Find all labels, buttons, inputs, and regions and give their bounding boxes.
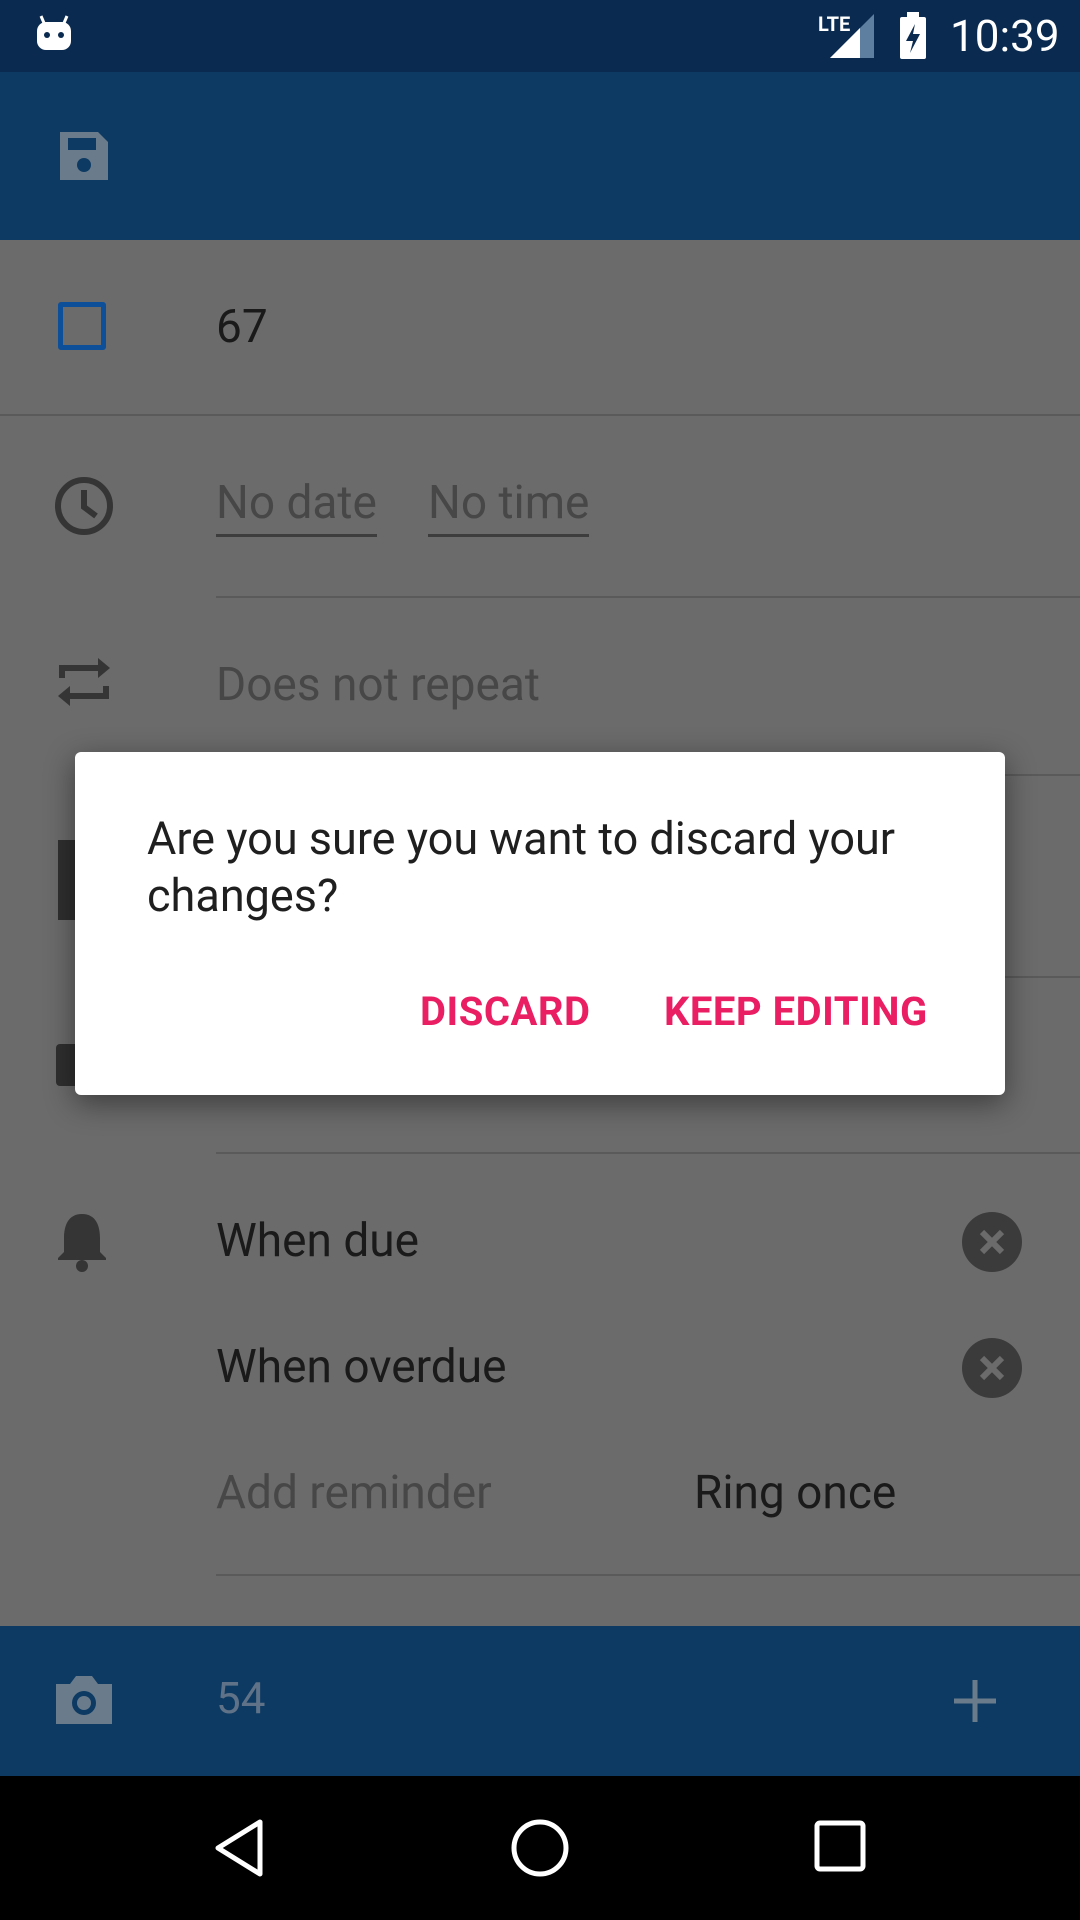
- battery-charging-icon: [900, 12, 926, 59]
- divider: [216, 1152, 1080, 1154]
- task-title[interactable]: 67: [216, 300, 268, 354]
- remove-circle-icon[interactable]: [962, 1338, 1022, 1398]
- plus-icon[interactable]: [950, 1676, 1000, 1726]
- navigation-bar: [0, 1776, 1080, 1920]
- divider: [0, 414, 1080, 416]
- camera-icon[interactable]: [52, 1670, 116, 1728]
- status-bar: LTE 10:39: [0, 0, 1080, 72]
- home-icon[interactable]: [508, 1816, 572, 1880]
- reminder-when-due: When due: [216, 1214, 420, 1268]
- complete-checkbox[interactable]: [58, 302, 106, 350]
- signal-icon: [830, 14, 874, 58]
- clock-icon: [55, 477, 113, 535]
- date-picker[interactable]: No date: [216, 476, 377, 537]
- comment-bar: 54: [0, 1626, 1080, 1776]
- add-reminder-button[interactable]: Add reminder: [216, 1466, 492, 1520]
- comment-input[interactable]: 54: [216, 1672, 265, 1724]
- keep-editing-button[interactable]: KEEP EDITING: [664, 988, 928, 1035]
- discard-button[interactable]: DISCARD: [420, 988, 591, 1035]
- toolbar: [0, 72, 1080, 240]
- recents-icon[interactable]: [812, 1818, 868, 1874]
- save-icon[interactable]: [56, 128, 112, 184]
- dialog-message: Are you sure you want to discard your ch…: [147, 812, 896, 922]
- repeat-icon: [58, 658, 110, 706]
- android-notification-icon: [37, 15, 71, 50]
- discard-dialog: Are you sure you want to discard your ch…: [75, 752, 1005, 1095]
- divider: [216, 1574, 1080, 1576]
- reminder-when-overdue: When overdue: [216, 1340, 507, 1394]
- repeat-setting[interactable]: Does not repeat: [216, 658, 540, 712]
- time-picker[interactable]: No time: [428, 476, 590, 537]
- bell-icon: [58, 1214, 106, 1272]
- clock: 10:39: [950, 10, 1060, 62]
- back-icon[interactable]: [210, 1816, 270, 1880]
- divider: [216, 596, 1080, 598]
- ring-mode-selector[interactable]: Ring once: [694, 1466, 896, 1520]
- remove-circle-icon[interactable]: [962, 1212, 1022, 1272]
